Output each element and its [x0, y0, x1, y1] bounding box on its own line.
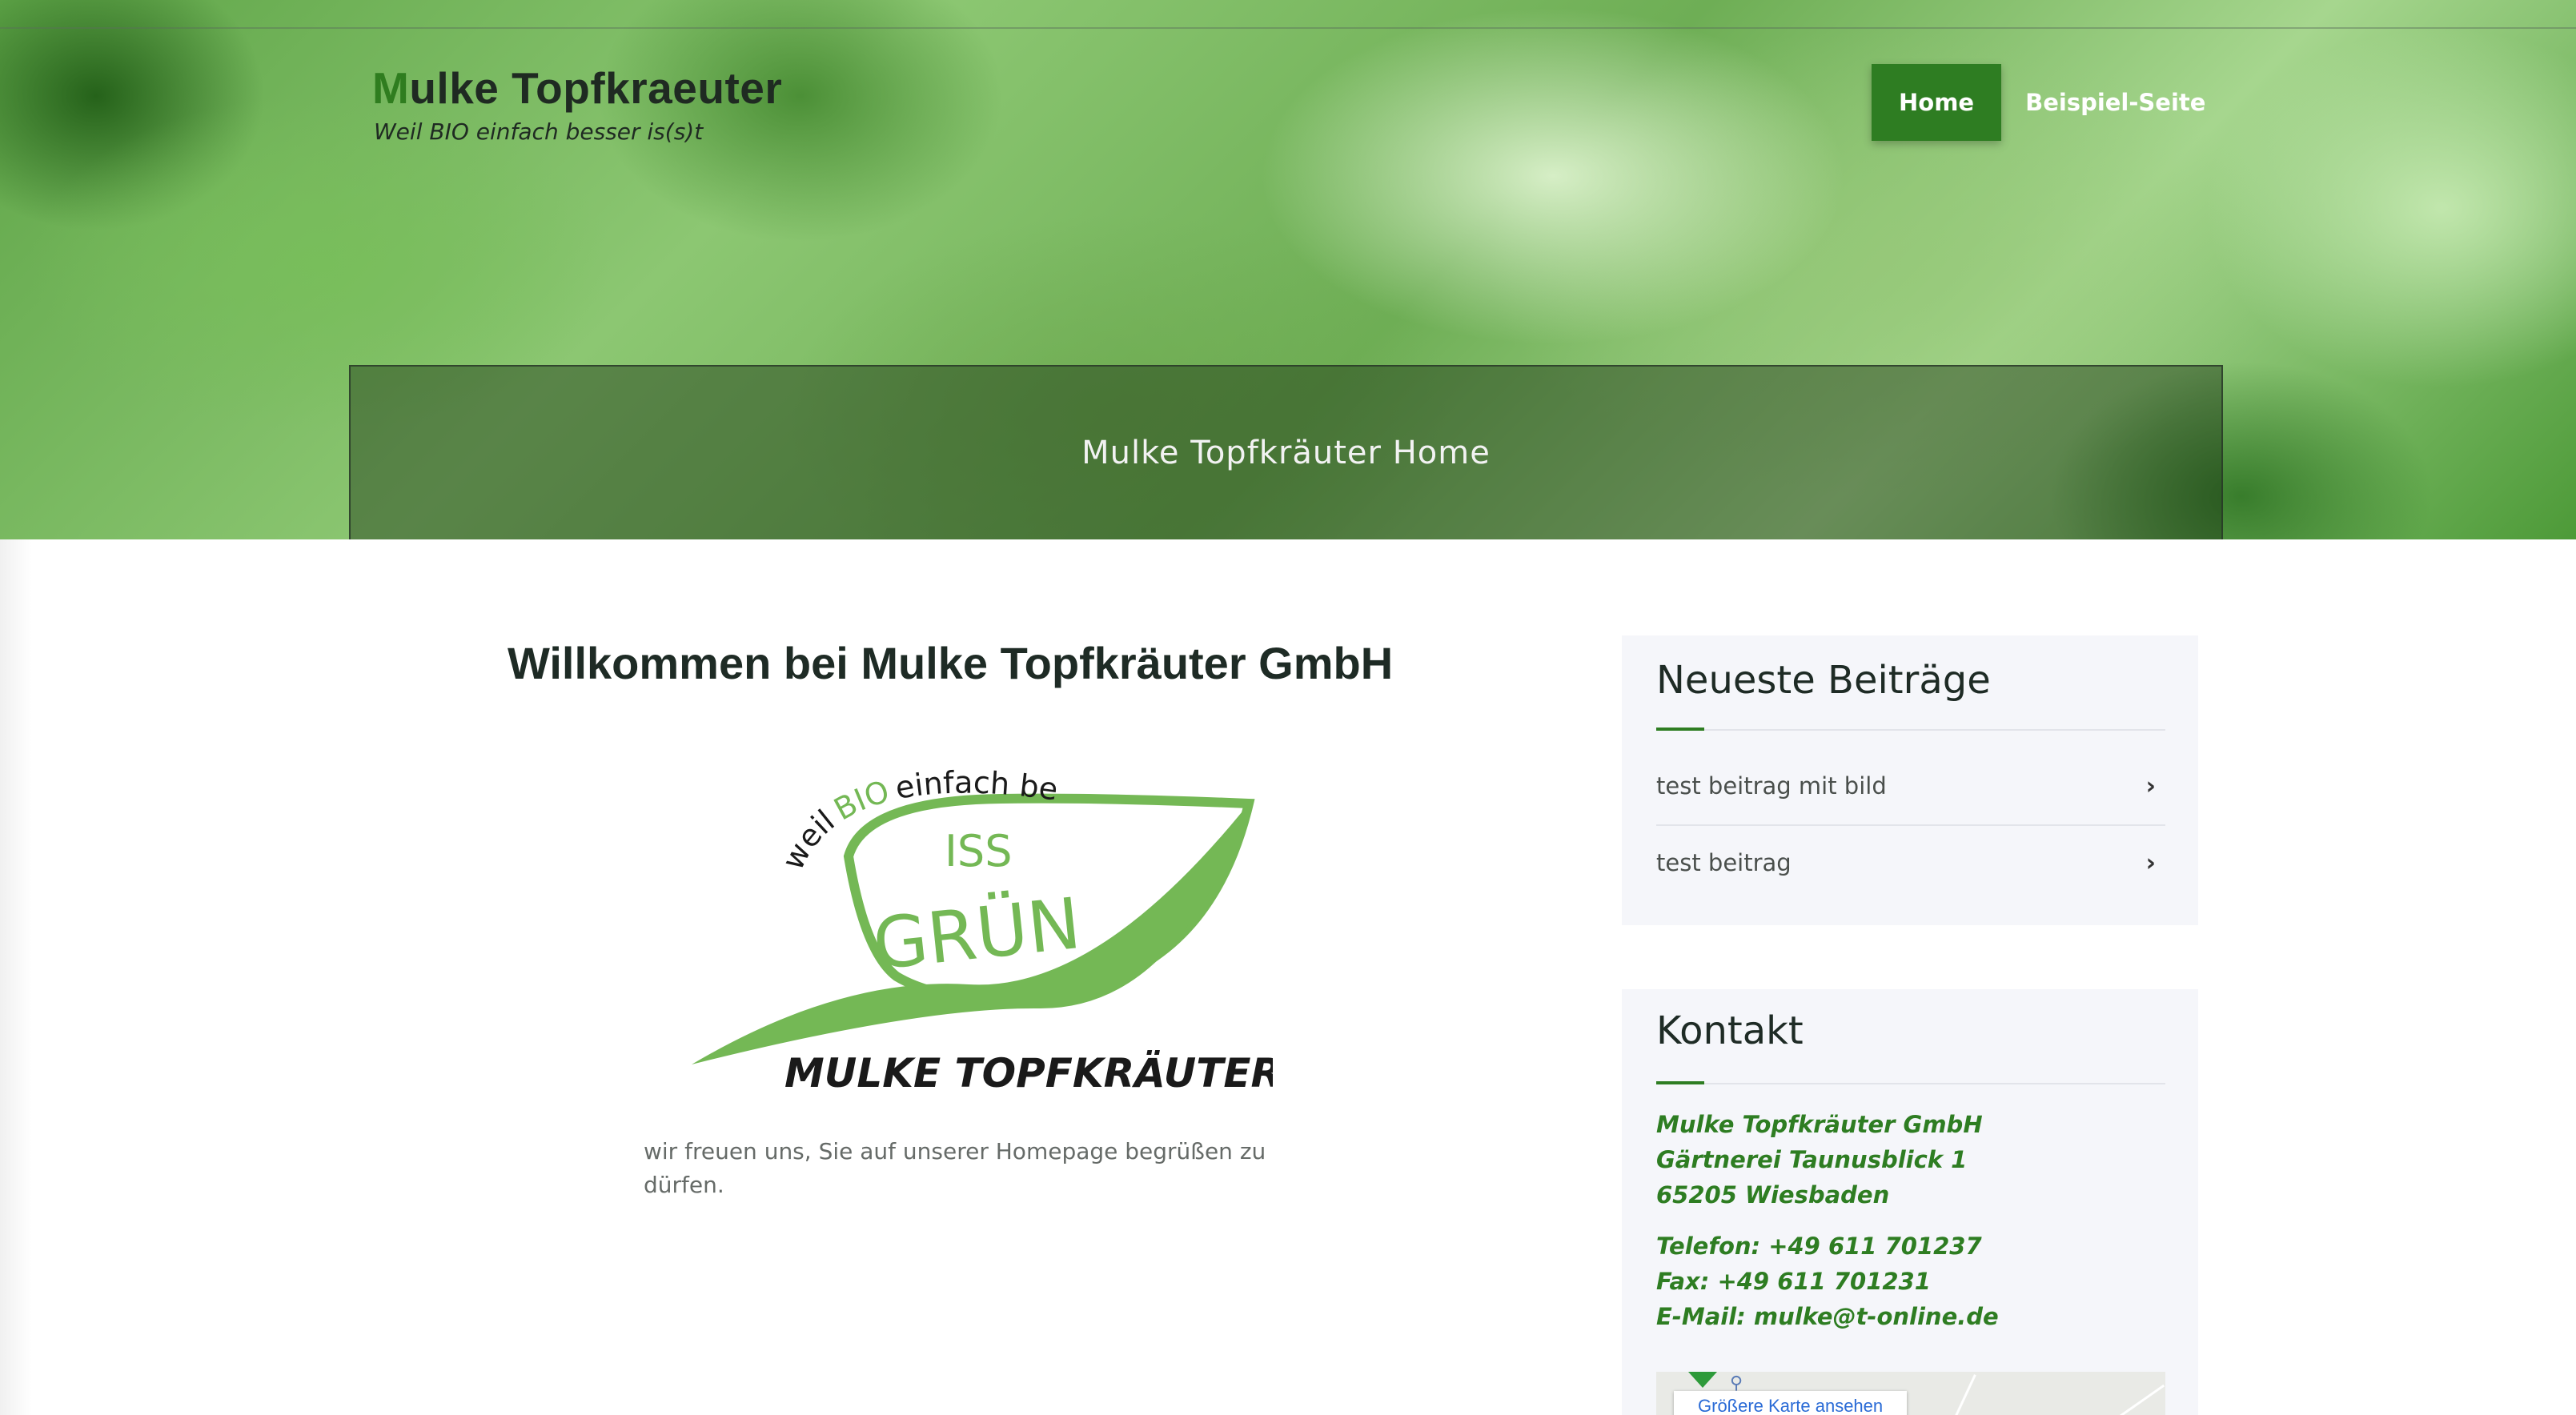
recent-post-item[interactable]: test beitrag mit bild ›: [1656, 748, 2165, 824]
logo-iss-text: ISS: [945, 826, 1012, 876]
header-hero: Mulke Topfkraeuter Weil BIO einfach bess…: [0, 0, 2576, 539]
contact-city: 65205 Wiesbaden: [1656, 1181, 1890, 1209]
recent-posts-title: Neueste Beiträge: [1656, 658, 1991, 703]
site-title[interactable]: Mulke Topfkraeuter: [372, 62, 782, 114]
logo-arc-weil: weil: [775, 803, 841, 876]
site-tagline: Weil BIO einfach besser is(s)t: [374, 118, 704, 145]
recent-post-label: test beitrag: [1656, 849, 1792, 876]
map-pin-icon: [1688, 1372, 1717, 1388]
widget-accent-bar: [1656, 1081, 1704, 1084]
page-edge-shadow: [0, 539, 32, 1415]
contact-title: Kontakt: [1656, 1008, 1804, 1053]
company-logo: weilBIOeinfach besser is(s)t ISS GRÜN MU…: [671, 716, 1282, 1096]
contact-email[interactable]: E-Mail: mulke@t-online.de: [1656, 1303, 1999, 1330]
page-title-banner: Mulke Topfkräuter Home: [349, 365, 2223, 539]
contact-phone[interactable]: Telefon: +49 611 701237: [1656, 1233, 1982, 1260]
widget-divider: [1656, 1083, 2165, 1084]
welcome-heading: Willkommen bei Mulke Topfkräuter GmbH: [508, 638, 1394, 688]
chevron-right-icon: ›: [2145, 848, 2156, 877]
chevron-right-icon: ›: [2145, 772, 2156, 800]
site-title-initial: M: [372, 63, 410, 113]
logo-brand-text: MULKE TOPFKRÄUTER: [784, 1050, 1273, 1096]
contact-company: Mulke Topfkräuter GmbH: [1656, 1111, 1983, 1138]
larger-map-link[interactable]: Größere Karte ansehen: [1674, 1391, 1908, 1415]
map-embed[interactable]: ⚲ Größere Karte ansehen: [1656, 1372, 2165, 1415]
nav-item-home[interactable]: Home: [1872, 64, 2002, 141]
recent-post-label: test beitrag mit bild: [1656, 772, 1887, 800]
map-road: [1947, 1374, 1976, 1415]
map-road: [2110, 1384, 2165, 1415]
contact-widget: Kontakt Mulke Topfkräuter GmbH Gärtnerei…: [1622, 989, 2198, 1415]
contact-street: Gärtnerei Taunusblick 1: [1656, 1146, 1968, 1173]
nav-item-beispiel-seite[interactable]: Beispiel-Seite: [2001, 64, 2229, 141]
header-top-border: [0, 27, 2576, 29]
widget-accent-bar: [1656, 728, 1704, 731]
main-navigation: Home Beispiel-Seite: [1872, 64, 2229, 141]
recent-posts-widget: Neueste Beiträge test beitrag mit bild ›…: [1622, 635, 2198, 925]
recent-post-item[interactable]: test beitrag ›: [1656, 824, 2165, 901]
site-title-rest: ulke Topfkraeuter: [409, 63, 783, 113]
contact-fax: Fax: +49 611 701231: [1656, 1268, 1931, 1295]
page-title: Mulke Topfkräuter Home: [1081, 435, 1491, 471]
intro-text: wir freuen uns, Sie auf unserer Homepage…: [644, 1138, 1266, 1198]
logo-graphic: weilBIOeinfach besser is(s)t ISS GRÜN MU…: [671, 716, 1282, 1096]
widget-divider: [1656, 729, 2165, 731]
